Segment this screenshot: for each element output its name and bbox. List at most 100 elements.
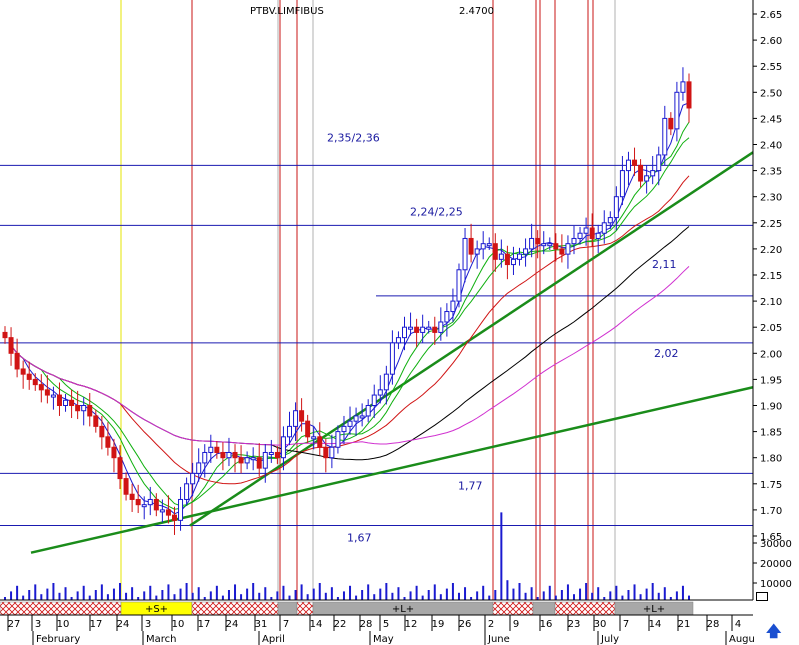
candle-body — [577, 232, 583, 239]
y-tick-label: 2.00 — [760, 349, 782, 360]
candle-body — [250, 457, 256, 461]
scroll-box-icon[interactable] — [756, 592, 768, 601]
period-label: +L+ — [643, 604, 665, 615]
candle-body — [462, 237, 468, 271]
candle-body — [420, 326, 426, 333]
candle-body — [87, 405, 93, 417]
y-tick-label: 1.90 — [760, 402, 782, 413]
candle-body — [159, 509, 165, 513]
candle-body — [541, 243, 547, 247]
candle-body — [20, 368, 26, 375]
candle-body — [662, 117, 668, 156]
x-tick-label: 24 — [226, 619, 239, 630]
candle-body — [402, 326, 408, 339]
candle-body — [317, 436, 323, 448]
candle-body — [595, 232, 601, 239]
candle-body — [523, 248, 529, 255]
x-tick-label: 5 — [383, 619, 389, 630]
candle-body — [371, 394, 377, 406]
y-tick-label: 2.15 — [760, 271, 782, 282]
candle-body — [613, 196, 619, 219]
candle-body — [178, 498, 184, 521]
y-tick-label: 1.75 — [760, 480, 782, 491]
candle-body — [75, 405, 81, 412]
y-tick-label: 2.40 — [760, 141, 782, 152]
candle-body — [674, 91, 680, 130]
candle-body — [299, 410, 305, 422]
candle-body — [293, 410, 299, 427]
candle-body — [153, 498, 159, 511]
candle-body — [274, 451, 280, 459]
candle-body — [414, 326, 420, 333]
candle-body — [395, 337, 401, 344]
candle-body — [383, 373, 389, 391]
y-tick-label: 1.95 — [760, 375, 782, 386]
period-segment — [296, 601, 314, 616]
candle-body — [341, 425, 347, 433]
candle-body — [517, 253, 523, 260]
candle-body — [510, 258, 516, 266]
candle-body — [625, 159, 631, 172]
candle-body — [111, 446, 117, 459]
candle-body — [468, 237, 474, 255]
candle-body — [365, 405, 371, 417]
candle-body — [668, 117, 674, 130]
candle-body — [601, 222, 607, 234]
candle-body — [535, 237, 541, 245]
x-month-label: July — [600, 634, 619, 645]
candle-body — [26, 373, 32, 380]
period-segment — [191, 601, 279, 616]
candle-body — [171, 514, 177, 521]
x-tick-label: 3 — [35, 619, 41, 630]
x-tick-label: 17 — [90, 619, 103, 630]
candle-body — [99, 425, 105, 438]
period-strip: +S+ +L+ +L+ — [0, 601, 694, 616]
candle-body — [141, 504, 147, 508]
period-label: +S+ — [145, 604, 168, 615]
candle-body — [63, 399, 69, 406]
candle-body — [262, 451, 268, 469]
candle-body — [196, 462, 202, 474]
candle-body — [214, 446, 220, 453]
x-tick-label: 14 — [310, 619, 323, 630]
y-tick-label: 2.05 — [760, 323, 782, 334]
volume-tick-label: 30000 — [760, 539, 792, 550]
x-tick-label: 10 — [172, 619, 185, 630]
candle-body — [56, 394, 62, 406]
x-tick-label: 26 — [459, 619, 472, 630]
x-tick-label: 12 — [405, 619, 418, 630]
candle-body — [426, 326, 432, 330]
period-label: +L+ — [392, 604, 414, 615]
x-month-label: Augu — [729, 634, 755, 645]
x-month-label: April — [262, 634, 285, 645]
candle-body — [38, 384, 44, 391]
x-month-label: May — [373, 634, 394, 645]
candle-body — [559, 248, 565, 255]
candle-body — [353, 415, 359, 422]
candle-body — [474, 248, 480, 255]
candle-body — [220, 451, 226, 459]
level-annotation: 2,02 — [654, 347, 679, 360]
candle-body — [244, 457, 250, 464]
x-tick-label: 21 — [678, 619, 691, 630]
x-tick-label: 17 — [198, 619, 211, 630]
x-tick-label: 14 — [649, 619, 662, 630]
candle-body — [286, 425, 292, 438]
candle-body — [583, 227, 589, 234]
scroll-up-arrow-icon[interactable]: 🡅 — [766, 622, 781, 640]
candle-body — [69, 399, 75, 406]
period-segment — [277, 601, 298, 616]
candle-body — [335, 431, 341, 448]
x-month-label: June — [487, 634, 510, 645]
level-annotation: 1,67 — [347, 532, 372, 545]
candle-body — [656, 154, 662, 172]
y-tick-label: 2.20 — [760, 245, 782, 256]
y-tick-label: 1.80 — [760, 454, 782, 465]
candle-body — [165, 509, 171, 516]
y-tick-label: 2.10 — [760, 297, 782, 308]
x-tick-label: 3 — [145, 619, 151, 630]
x-tick-label: 22 — [334, 619, 347, 630]
candle-body — [607, 217, 613, 224]
y-tick-label: 1.85 — [760, 428, 782, 439]
candle-body — [456, 269, 462, 302]
